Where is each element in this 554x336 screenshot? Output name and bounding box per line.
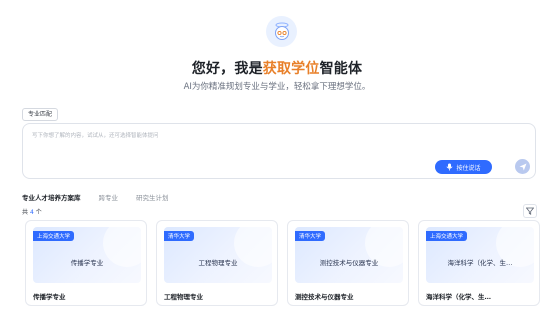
mic-icon: [446, 163, 453, 171]
agent-avatar: [266, 16, 297, 47]
university-badge: 上海交通大学: [33, 231, 75, 241]
hold-to-talk-button[interactable]: 按住说话: [435, 160, 492, 174]
university-badge: 清华大学: [295, 231, 326, 241]
count-suffix: 个: [35, 209, 42, 216]
card-major-name: 测控技术与仪器专业: [295, 293, 354, 301]
tab-bar: 专业人才培养方案库 跨专业 研究生计划: [22, 192, 169, 202]
card-thumbnail: 清华大学 工程物理专业: [164, 227, 272, 283]
result-count: 共 4 个: [22, 207, 42, 216]
count-prefix: 共: [22, 209, 29, 216]
card-thumbnail: 上海交通大学 海洋科学（化学、生…: [426, 227, 534, 283]
card-thumbnail: 清华大学 测控技术与仪器专业: [295, 227, 403, 283]
send-icon: [519, 163, 526, 170]
send-button[interactable]: [515, 159, 530, 174]
page: 您好，我是获取学位智能体 AI为你精准规划专业与学业，轻松拿下理想学位。 专业匹…: [0, 0, 554, 336]
card-major-name: 工程物理专业: [164, 293, 203, 301]
card-thumbnail-title: 传播学专业: [70, 259, 104, 267]
filter-button[interactable]: [523, 204, 537, 218]
robot-face-icon: [274, 22, 289, 40]
major-match-chip[interactable]: 专业匹配: [22, 108, 59, 121]
major-card[interactable]: 上海交通大学 传播学专业 传播学专业: [25, 220, 147, 306]
card-thumbnail-title: 工程物理专业: [198, 259, 238, 267]
title-prefix: 您好，我是: [191, 61, 263, 77]
card-thumbnail-title: 海洋科学（化学、生…: [447, 259, 513, 267]
tab-talent-plan-library[interactable]: 专业人才培养方案库: [22, 192, 81, 202]
chat-input-card[interactable]: 写下你想了解的内容，试试从，还可选择智能体提问 按住说话: [22, 123, 536, 179]
card-major-name: 海洋科学（化学、生…: [426, 293, 491, 301]
title-suffix: 智能体: [319, 61, 363, 77]
chat-input-placeholder[interactable]: 写下你想了解的内容，试试从，还可选择智能体提问: [32, 131, 159, 139]
card-thumbnail-title: 测控技术与仪器专业: [319, 259, 379, 267]
card-thumbnail: 上海交通大学 传播学专业: [33, 227, 141, 283]
title-highlight: 获取学位: [262, 61, 320, 77]
page-title: 您好，我是获取学位智能体: [0, 58, 554, 78]
major-card[interactable]: 清华大学 工程物理专业 工程物理专业: [156, 220, 278, 306]
count-value: 4: [29, 209, 34, 216]
page-subtitle: AI为你精准规划专业与学业，轻松拿下理想学位。: [183, 82, 371, 92]
university-badge: 清华大学: [164, 231, 195, 241]
filter-icon: [526, 207, 534, 215]
tab-graduate-plan[interactable]: 研究生计划: [136, 192, 169, 202]
major-card[interactable]: 清华大学 测控技术与仪器专业 测控技术与仪器专业: [287, 220, 409, 306]
hold-to-talk-label: 按住说话: [456, 164, 481, 172]
card-major-name: 传播学专业: [33, 293, 66, 301]
major-card[interactable]: 上海交通大学 海洋科学（化学、生… 海洋科学（化学、生…: [418, 220, 540, 306]
tab-cross-major[interactable]: 跨专业: [99, 192, 119, 202]
university-badge: 上海交通大学: [426, 231, 468, 241]
